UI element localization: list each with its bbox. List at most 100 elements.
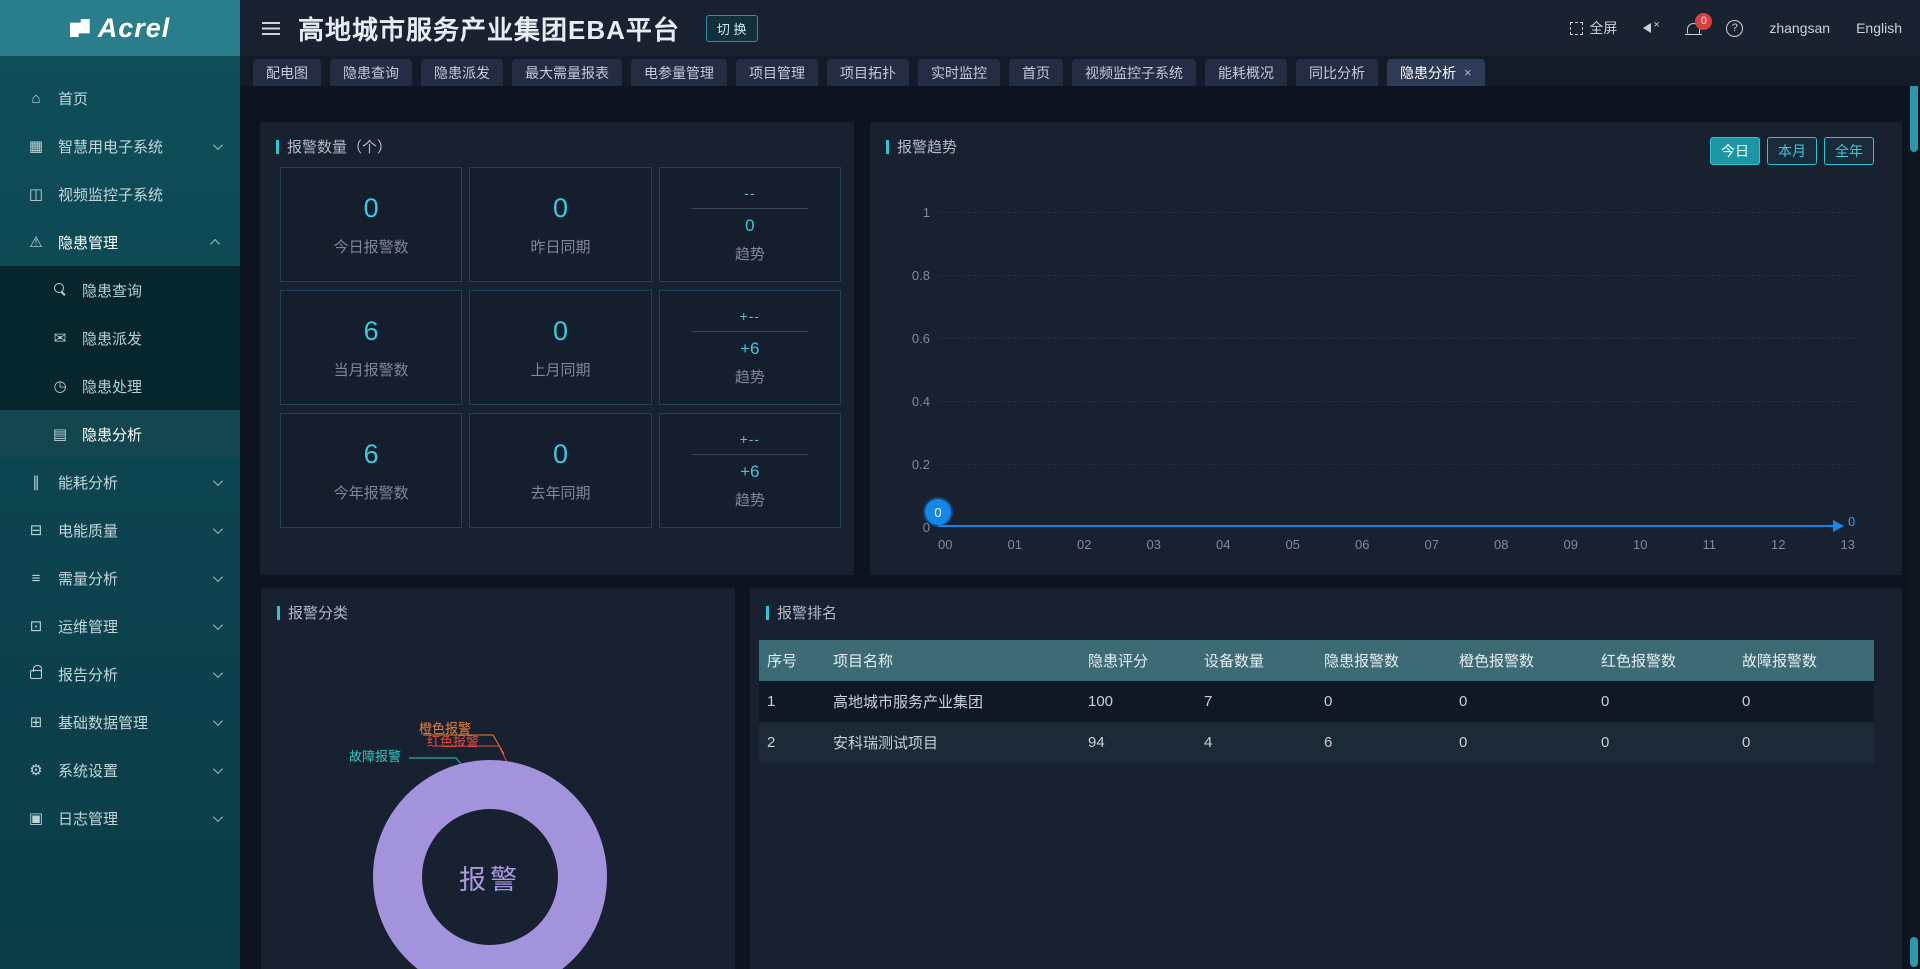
sidebar-item-hazard-analysis[interactable]: ▤ 隐患分析: [0, 410, 240, 458]
switch-button[interactable]: 切 换: [706, 15, 758, 42]
range-month-button[interactable]: 本月: [1767, 137, 1817, 165]
tab-hazard-analysis[interactable]: 隐患分析 ×: [1387, 59, 1485, 86]
sidebar-item-system-settings[interactable]: ⚙ 系统设置: [0, 746, 240, 794]
sidebar-item-om-mgmt[interactable]: ⊡ 运维管理: [0, 602, 240, 650]
sidebar-item-hazard-query[interactable]: 隐患查询: [0, 266, 240, 314]
sidebar-item-video-monitor[interactable]: ◫ 视频监控子系统: [0, 170, 240, 218]
stat-label: 上月同期: [530, 359, 590, 380]
tab-hazard-query[interactable]: 隐患查询: [330, 59, 412, 86]
alarm-trend-panel: 报警趋势 今日 本月 全年 1 0.8 0.6 0.4 0.2 0 0: [870, 122, 1902, 575]
sidebar-item-home[interactable]: ⌂ 首页: [0, 74, 240, 122]
log-icon: ▣: [26, 809, 46, 827]
stat-value: 0: [553, 439, 568, 470]
fullscreen-label: 全屏: [1589, 18, 1617, 38]
sidebar-item-basic-data[interactable]: ⊞ 基础数据管理: [0, 698, 240, 746]
trend-range-buttons: 今日 本月 全年: [1710, 137, 1874, 165]
sidebar-item-log-mgmt[interactable]: ▣ 日志管理: [0, 794, 240, 842]
stat-label: 今年报警数: [334, 482, 409, 503]
stat-card-last-year: 0 去年同期: [469, 413, 651, 528]
sidebar-item-label: 报告分析: [58, 664, 118, 685]
language-switch[interactable]: English: [1856, 20, 1902, 36]
chevron-down-icon: [213, 716, 223, 726]
axis-arrow-icon: [1833, 520, 1844, 532]
sidebar-item-label: 日志管理: [58, 808, 118, 829]
col-hazard-alarms: 隐患报警数: [1316, 640, 1451, 681]
chevron-down-icon: [213, 140, 223, 150]
notification-badge: 0: [1695, 13, 1712, 30]
alarm-rank-table: 序号 项目名称 隐患评分 设备数量 隐患报警数 橙色报警数 红色报警数 故障报警…: [759, 640, 1874, 763]
range-year-button[interactable]: 全年: [1824, 137, 1874, 165]
stat-card-month: 6 当月报警数: [280, 290, 462, 405]
fullscreen-button[interactable]: 全屏: [1570, 18, 1617, 38]
gridline: [938, 275, 1855, 276]
sidebar-menu: ⌂ 首页 ▦ 智慧用电子系统 ◫ 视频监控子系统 ⚠ 隐患管理 隐患查询: [0, 56, 240, 842]
tab-hazard-dispatch[interactable]: 隐患派发: [421, 59, 503, 86]
chevron-down-icon: [213, 764, 223, 774]
chevron-down-icon: [213, 620, 223, 630]
stat-card-year: 6 今年报警数: [280, 413, 462, 528]
chevron-down-icon: [213, 572, 223, 582]
sidebar-item-label: 基础数据管理: [58, 712, 148, 733]
tab-yoy-analysis[interactable]: 同比分析: [1296, 59, 1378, 86]
sidebar-item-hazard-handle[interactable]: ◷ 隐患处理: [0, 362, 240, 410]
stat-label: 昨日同期: [530, 236, 590, 257]
sidebar-item-label: 系统设置: [58, 760, 118, 781]
main-content: 报警数量（个） 0 今日报警数 0 昨日同期 -- 0 趋势 6: [240, 86, 1920, 969]
clock-icon: ◷: [50, 377, 70, 395]
tab-energy-overview[interactable]: 能耗概况: [1205, 59, 1287, 86]
sidebar-item-report-analysis[interactable]: 报告分析: [0, 650, 240, 698]
panel-title: 报警排名: [750, 588, 1902, 623]
y-tick: 0: [882, 520, 930, 535]
chevron-down-icon: [213, 476, 223, 486]
notification-bell[interactable]: 0: [1687, 23, 1700, 34]
range-today-button[interactable]: 今日: [1710, 137, 1760, 165]
stat-label: 趋势: [735, 489, 765, 510]
trend-value: +6: [740, 339, 759, 359]
tab-param-mgmt[interactable]: 电参量管理: [631, 59, 727, 86]
calendar-icon: ⊟: [26, 521, 46, 539]
collapse-menu-icon[interactable]: [262, 22, 280, 35]
sidebar-item-label: 运维管理: [58, 616, 118, 637]
sidebar-item-smart-power[interactable]: ▦ 智慧用电子系统: [0, 122, 240, 170]
sidebar-item-hazard-dispatch[interactable]: ✉ 隐患派发: [0, 314, 240, 362]
trend-value: +6: [740, 462, 759, 482]
close-icon[interactable]: ×: [1464, 65, 1472, 80]
trend-value: 0: [745, 216, 754, 236]
search-icon: [50, 282, 70, 299]
sidebar-item-label: 隐患管理: [58, 232, 118, 253]
gridline: [938, 338, 1855, 339]
sidebar-item-demand-analysis[interactable]: ≡ 需量分析: [0, 554, 240, 602]
sidebar-item-hazard-mgmt[interactable]: ⚠ 隐患管理: [0, 218, 240, 266]
tab-realtime-monitor[interactable]: 实时监控: [918, 59, 1000, 86]
table-row[interactable]: 2 安科瑞测试项目 94 4 6 0 0 0: [759, 722, 1874, 763]
help-icon[interactable]: ?: [1726, 20, 1743, 37]
sidebar: Acrel ⌂ 首页 ▦ 智慧用电子系统 ◫ 视频监控子系统 ⚠ 隐患管理: [0, 0, 240, 969]
gridline: [938, 401, 1855, 402]
sidebar-item-label: 电能质量: [58, 520, 118, 541]
logo: Acrel: [0, 0, 240, 56]
scrollbar-thumb-bottom[interactable]: [1910, 937, 1918, 967]
sidebar-item-energy-analysis[interactable]: ∥ 能耗分析: [0, 458, 240, 506]
mute-icon[interactable]: [1643, 22, 1661, 34]
sidebar-item-label: 隐患处理: [82, 376, 142, 397]
sidebar-item-label: 能耗分析: [58, 472, 118, 493]
tab-project-topology[interactable]: 项目拓扑: [827, 59, 909, 86]
stat-label: 趋势: [735, 366, 765, 387]
sliders-icon: ∥: [26, 473, 46, 491]
col-fault-alarms: 故障报警数: [1734, 640, 1874, 681]
tab-max-demand-report[interactable]: 最大需量报表: [512, 59, 622, 86]
tab-project-mgmt[interactable]: 项目管理: [736, 59, 818, 86]
username[interactable]: zhangsan: [1769, 20, 1830, 36]
tab-video-subsystem[interactable]: 视频监控子系统: [1072, 59, 1196, 86]
y-tick: 0.6: [882, 331, 930, 346]
stat-card-trend-year: +-- +6 趋势: [659, 413, 841, 528]
y-tick: 1: [882, 205, 930, 220]
tab-home[interactable]: 首页: [1009, 59, 1063, 86]
stat-value: 0: [553, 316, 568, 347]
table-row[interactable]: 1 高地城市服务产业集团 100 7 0 0 0 0: [759, 681, 1874, 722]
tab-peidiantu[interactable]: 配电图: [253, 59, 321, 86]
stat-card-trend-month: +-- +6 趋势: [659, 290, 841, 405]
alarm-count-panel: 报警数量（个） 0 今日报警数 0 昨日同期 -- 0 趋势 6: [260, 122, 854, 575]
sidebar-item-power-quality[interactable]: ⊟ 电能质量: [0, 506, 240, 554]
header-actions: 全屏 0 ? zhangsan English: [1570, 18, 1920, 38]
